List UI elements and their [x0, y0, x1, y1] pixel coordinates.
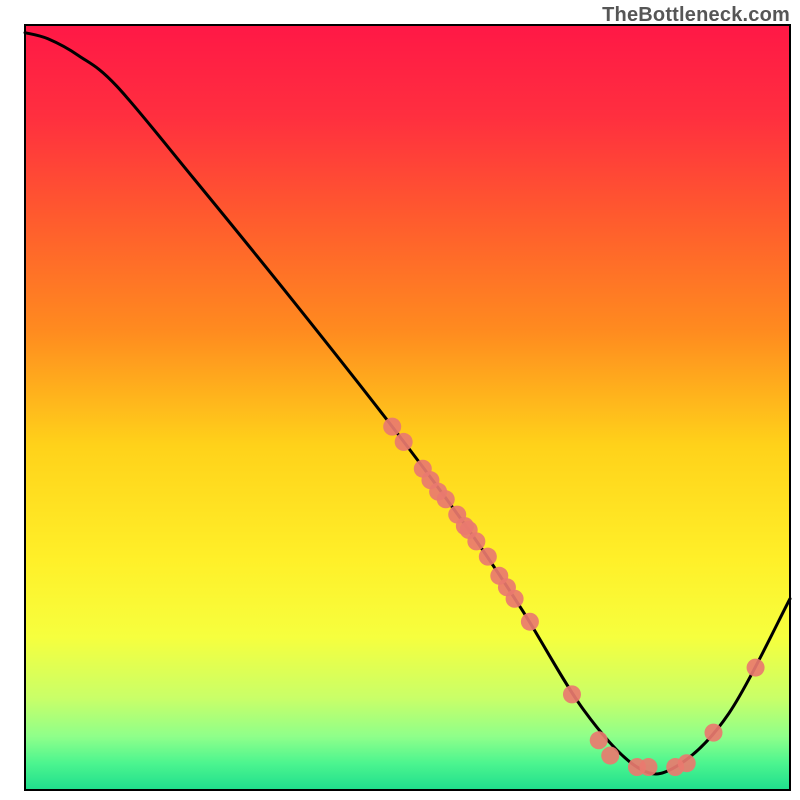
plot-background — [25, 25, 790, 790]
bottleneck-chart — [0, 0, 800, 800]
data-point — [506, 590, 524, 608]
data-point — [601, 747, 619, 765]
data-point — [395, 433, 413, 451]
data-point — [590, 731, 608, 749]
data-point — [521, 613, 539, 631]
data-point — [705, 724, 723, 742]
data-point — [747, 659, 765, 677]
data-point — [678, 754, 696, 772]
data-point — [467, 532, 485, 550]
data-point — [437, 490, 455, 508]
data-point — [563, 685, 581, 703]
data-point — [479, 548, 497, 566]
data-point — [383, 418, 401, 436]
data-point — [639, 758, 657, 776]
chart-frame: TheBottleneck.com — [0, 0, 800, 800]
